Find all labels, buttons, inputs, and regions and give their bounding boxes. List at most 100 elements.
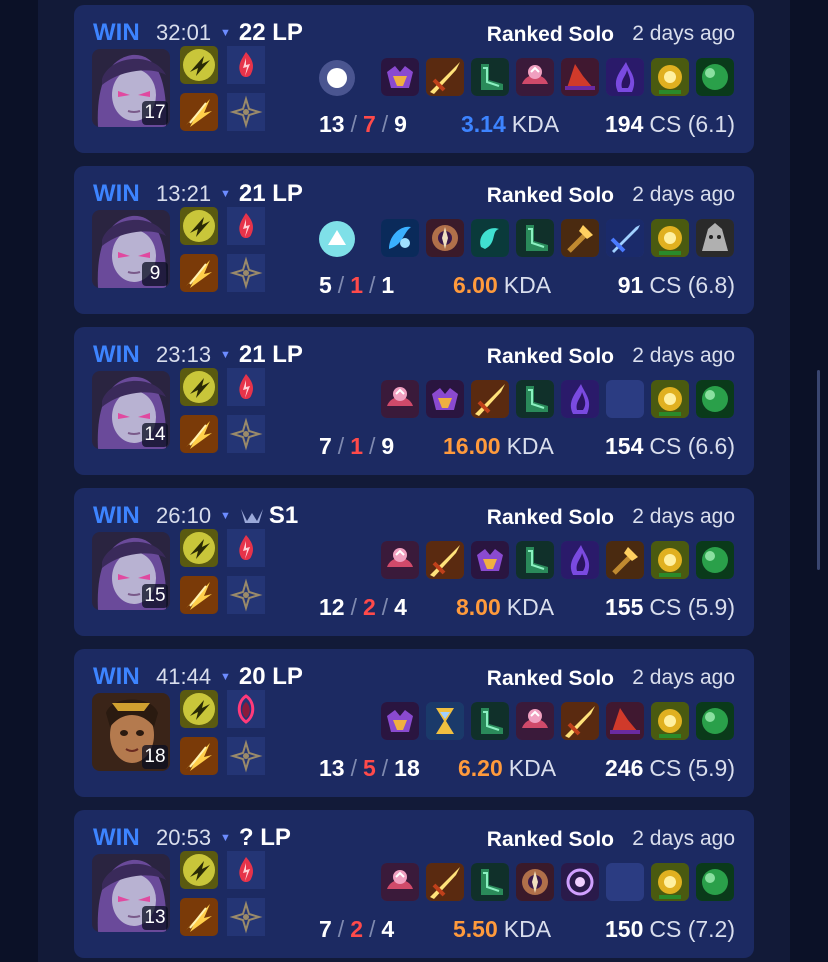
kda-label: KDA [506,433,554,459]
match-card[interactable]: WIN 20:53 ▼? LP Ranked Solo 2 days ago 13 7/2/… [74,810,754,958]
shadow-flame-icon[interactable] [561,541,599,579]
ghost-icon[interactable] [180,368,218,406]
electrocute-icon[interactable] [227,851,265,889]
champion-portrait[interactable]: 15 [92,532,170,610]
ghost-icon[interactable] [180,529,218,567]
item-build [381,219,734,257]
flash-icon[interactable] [180,737,218,775]
ghost-icon[interactable] [180,207,218,245]
ghost-icon[interactable] [180,46,218,84]
champion-portrait[interactable]: 9 [92,210,170,288]
champion-portrait[interactable]: 18 [92,693,170,771]
lp-value: 20 LP [238,663,303,690]
item-build [381,702,734,740]
match-duration: 13:21 [156,181,212,206]
dark-seal-icon[interactable] [471,541,509,579]
ghost-hat-icon[interactable] [696,219,734,257]
sorcery-icon[interactable] [227,415,265,453]
sorcery-icon[interactable] [227,737,265,775]
match-duration: 20:53 [156,825,212,850]
ghost-icon[interactable] [180,690,218,728]
green-orb-icon[interactable] [696,380,734,418]
compass-icon[interactable] [516,863,554,901]
flash-icon[interactable] [180,93,218,131]
flash-icon[interactable] [180,254,218,292]
green-orb-icon[interactable] [696,541,734,579]
boots-icon[interactable] [471,863,509,901]
kda-ratio: 8.00 KDA [456,594,554,621]
flash-icon[interactable] [180,415,218,453]
gold-orb-icon[interactable] [651,219,689,257]
lich-bane-icon[interactable] [516,58,554,96]
hat-icon[interactable] [606,702,644,740]
boots-icon[interactable] [516,541,554,579]
wand-icon[interactable] [561,219,599,257]
lich-bane-icon[interactable] [381,380,419,418]
sorcery-icon[interactable] [227,254,265,292]
empty-item-slot[interactable] [606,380,644,418]
match-card[interactable]: WIN 32:01 ▼ 22 LP Ranked Solo 2 days ago 17 13/… [74,5,754,153]
blue-orb-icon[interactable] [381,219,419,257]
oracle-lens-icon[interactable] [319,60,355,96]
hourglass-icon[interactable] [426,702,464,740]
gold-orb-icon[interactable] [651,380,689,418]
ghost-icon[interactable] [180,851,218,889]
farsight-icon[interactable] [319,221,355,257]
green-orb-icon[interactable] [696,863,734,901]
teal-orb-icon[interactable] [471,219,509,257]
assists: 1 [381,272,395,298]
match-card[interactable]: WIN 13:21 ▼ 21 LP Ranked Solo 2 days ago 9 5/1/… [74,166,754,314]
match-duration: 41:44 [156,664,212,689]
gold-orb-icon[interactable] [651,541,689,579]
lp-change: ▼ 21 LP [220,341,303,369]
match-card[interactable]: WIN 23:13 ▼ 21 LP Ranked Solo 2 days ago 14 7/1… [74,327,754,475]
sorcery-icon[interactable] [227,93,265,131]
boots-icon[interactable] [516,380,554,418]
flash-icon[interactable] [180,576,218,614]
champion-portrait[interactable]: 14 [92,371,170,449]
electrocute-icon[interactable] [227,46,265,84]
sword-icon[interactable] [471,380,509,418]
dark-seal-icon[interactable] [426,380,464,418]
conqueror-icon[interactable] [227,690,265,728]
champion-portrait[interactable]: 13 [92,854,170,932]
sword-icon[interactable] [561,702,599,740]
match-card[interactable]: WIN 41:44 ▼ 20 LP Ranked Solo 2 days ago 18 13/… [74,649,754,797]
purple-orb-icon[interactable] [561,863,599,901]
green-orb-icon[interactable] [696,702,734,740]
cs-per-min: (6.8) [687,272,735,298]
sorcery-icon[interactable] [227,576,265,614]
sword-icon[interactable] [426,58,464,96]
electrocute-icon[interactable] [227,368,265,406]
boots-icon[interactable] [471,58,509,96]
gold-orb-icon[interactable] [651,863,689,901]
lich-bane-icon[interactable] [381,541,419,579]
scrollbar[interactable] [817,370,820,570]
shadow-flame-icon[interactable] [606,58,644,96]
lich-bane-icon[interactable] [381,863,419,901]
empty-item-slot[interactable] [606,863,644,901]
boots-icon[interactable] [471,702,509,740]
green-orb-icon[interactable] [696,58,734,96]
sword-icon[interactable] [426,541,464,579]
sword-icon[interactable] [426,863,464,901]
dark-seal-icon[interactable] [381,702,419,740]
champion-portrait[interactable]: 17 [92,49,170,127]
hat-icon[interactable] [561,58,599,96]
blade-icon[interactable] [606,219,644,257]
gold-orb-icon[interactable] [651,58,689,96]
wand-icon[interactable] [606,541,644,579]
kda-label: KDA [503,916,552,942]
boots-icon[interactable] [516,219,554,257]
dark-seal-icon[interactable] [381,58,419,96]
electrocute-icon[interactable] [227,529,265,567]
gold-orb-icon[interactable] [651,702,689,740]
lich-bane-icon[interactable] [516,702,554,740]
electrocute-icon[interactable] [227,207,265,245]
cs-value: 246 [604,755,644,781]
sorcery-icon[interactable] [227,898,265,936]
match-card[interactable]: WIN 26:10 ▼ S1 Ranked Solo 2 days ago 15 12/2/4… [74,488,754,636]
compass-icon[interactable] [426,219,464,257]
shadow-flame-icon[interactable] [561,380,599,418]
flash-icon[interactable] [180,898,218,936]
